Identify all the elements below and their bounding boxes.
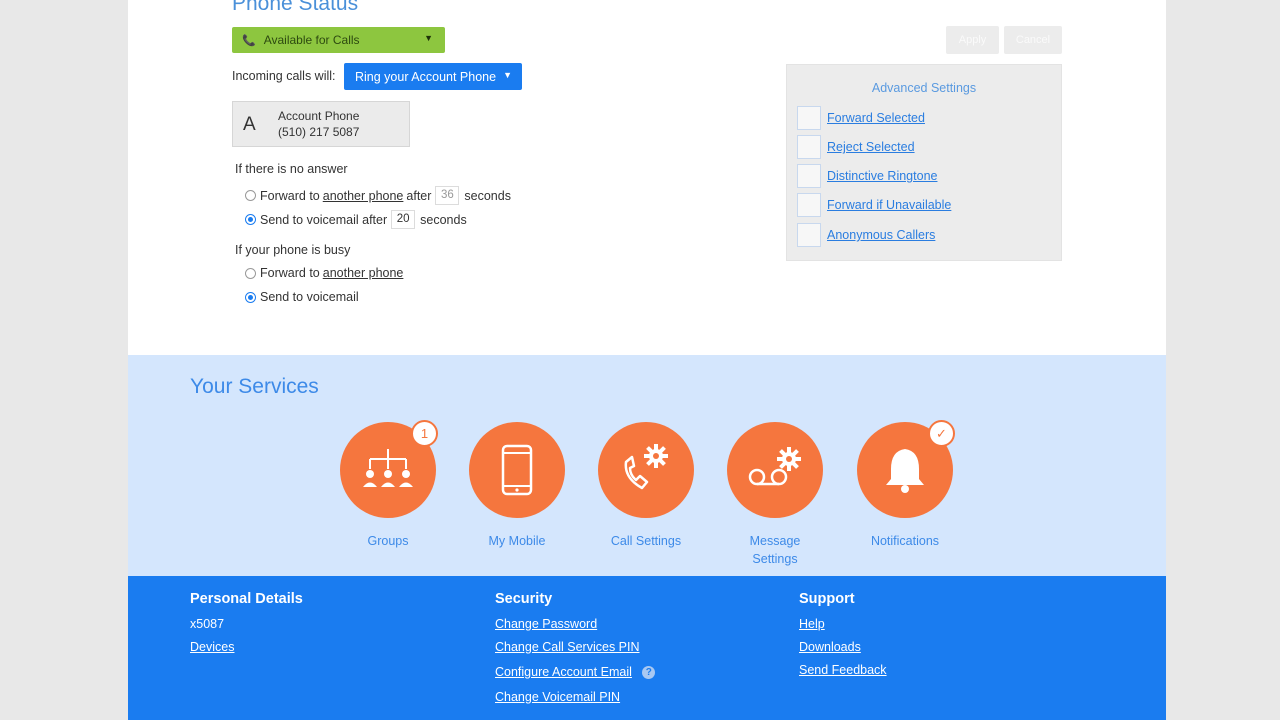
change-voicemail-pin-link[interactable]: Change Voicemail PIN [495, 690, 655, 706]
notifications-button[interactable]: ✓ [857, 420, 955, 518]
groups-count-badge: 1 [411, 420, 438, 447]
no-answer-label: If there is no answer [235, 162, 348, 176]
send-to-voicemail-text: Send to voicemail [260, 290, 359, 304]
footer: Personal Details x5087 Devices Security … [128, 576, 1166, 720]
advanced-item-link[interactable]: Forward if Unavailable [827, 198, 951, 212]
incoming-calls-label: Incoming calls will: [232, 69, 336, 83]
phone-status-dropdown[interactable]: 📞 Available for Calls ▼ [232, 27, 445, 53]
message-settings-icon [748, 447, 801, 486]
no-answer-voicemail-radio[interactable] [245, 214, 256, 225]
change-call-services-pin-link[interactable]: Change Call Services PIN [495, 640, 655, 656]
busy-forward-radio[interactable] [245, 267, 256, 279]
another-phone-link[interactable]: another phone [323, 266, 404, 280]
footer-heading: Personal Details [190, 591, 303, 607]
busy-voicemail-option[interactable]: Send to voicemail [245, 290, 359, 304]
advanced-settings-panel: Advanced Settings Forward Selected Rejec… [786, 64, 1062, 261]
apply-button[interactable]: Apply [946, 26, 999, 54]
advanced-item-forward-if-unavailable[interactable]: Forward if Unavailable [797, 193, 951, 217]
service-my-mobile[interactable]: My Mobile [457, 422, 577, 550]
footer-heading: Security [495, 591, 553, 607]
busy-forward-option[interactable]: Forward to another phone [245, 266, 406, 280]
service-label[interactable]: Groups [328, 532, 448, 550]
change-password-link[interactable]: Change Password [495, 617, 655, 633]
configure-account-email-link[interactable]: Configure Account Email [495, 665, 632, 679]
seconds-text: seconds [464, 188, 511, 203]
voicemail-seconds-input[interactable]: 20 [391, 210, 416, 229]
services-section: Your Services 1 Groups My Mobile Call Se… [128, 355, 1166, 576]
advanced-settings-title: Advanced Settings [871, 81, 977, 95]
groups-icon [363, 449, 413, 487]
advanced-item-link[interactable]: Anonymous Callers [827, 228, 935, 242]
forward-after-text: after [406, 188, 432, 203]
extension-number: x5087 [190, 617, 225, 631]
call-settings-icon [624, 444, 668, 490]
caret-down-icon: ▼ [503, 70, 512, 80]
voicemail-after-text: Send to voicemail after [260, 212, 388, 227]
advanced-item-checkbox[interactable] [797, 193, 821, 217]
advanced-item-forward-selected[interactable]: Forward Selected [797, 106, 925, 130]
phone-icon: 📞 [242, 34, 256, 47]
service-label[interactable]: My Mobile [457, 532, 577, 550]
page-title: Phone Status [232, 0, 359, 15]
call-settings-button[interactable] [598, 422, 694, 518]
ring-option-dropdown[interactable]: Ring your Account Phone ▼ [344, 63, 522, 90]
devices-link[interactable]: Devices [190, 640, 303, 656]
help-link[interactable]: Help [799, 617, 887, 633]
send-feedback-link[interactable]: Send Feedback [799, 663, 887, 679]
no-answer-voicemail-option[interactable]: Send to voicemail after 20 seconds [245, 210, 467, 229]
service-label[interactable]: Notifications [845, 532, 965, 550]
services-title: Your Services [190, 375, 319, 398]
ring-option-value: Ring your Account Phone [355, 69, 497, 84]
advanced-item-checkbox[interactable] [797, 106, 821, 130]
footer-security: Security Change Password Change Call Ser… [495, 591, 656, 713]
configure-account-email-row: Configure Account Email ? [495, 663, 656, 679]
account-avatar: A [243, 114, 256, 135]
advanced-item-checkbox[interactable] [797, 135, 821, 159]
no-answer-forward-radio[interactable] [245, 190, 256, 201]
service-notifications[interactable]: ✓ Notifications [845, 420, 965, 550]
advanced-item-checkbox[interactable] [797, 223, 821, 247]
groups-button[interactable]: 1 [340, 420, 438, 518]
bell-icon [886, 449, 924, 493]
my-mobile-button[interactable] [469, 422, 565, 518]
advanced-item-checkbox[interactable] [797, 164, 821, 188]
footer-heading: Support [799, 591, 855, 607]
footer-support: Support Help Downloads Send Feedback [799, 591, 887, 686]
forward-prefix-text: Forward to [260, 188, 320, 203]
notifications-check-badge: ✓ [928, 420, 955, 447]
phone-status-value: Available for Calls [263, 33, 360, 47]
caret-down-icon: ▼ [424, 33, 433, 43]
advanced-item-reject-selected[interactable]: Reject Selected [797, 135, 915, 159]
forward-prefix-text: Forward to [260, 266, 320, 280]
advanced-item-link[interactable]: Forward Selected [827, 111, 925, 125]
service-call-settings[interactable]: Call Settings [586, 422, 706, 550]
footer-personal-details: Personal Details x5087 Devices [190, 591, 303, 663]
advanced-item-anonymous-callers[interactable]: Anonymous Callers [797, 223, 935, 247]
advanced-item-link[interactable]: Reject Selected [827, 140, 915, 154]
no-answer-forward-option[interactable]: Forward to another phone after 36 second… [245, 186, 511, 205]
cancel-button[interactable]: Cancel [1004, 26, 1062, 54]
account-phone-card[interactable]: A Account Phone (510) 217 5087 [232, 101, 410, 147]
busy-label: If your phone is busy [235, 243, 351, 257]
seconds-text: seconds [420, 212, 467, 227]
account-phone-number: (510) 217 5087 [278, 125, 360, 139]
another-phone-link[interactable]: another phone [323, 189, 404, 203]
service-label[interactable]: Message Settings [740, 532, 810, 568]
advanced-item-distinctive-ringtone[interactable]: Distinctive Ringtone [797, 164, 937, 188]
service-message-settings[interactable]: Message Settings [715, 422, 835, 568]
mobile-icon [501, 444, 533, 496]
downloads-link[interactable]: Downloads [799, 640, 887, 656]
help-question-icon[interactable]: ? [642, 666, 656, 679]
advanced-item-link[interactable]: Distinctive Ringtone [827, 169, 937, 183]
busy-voicemail-radio[interactable] [245, 291, 256, 303]
main-page: Phone Status 📞 Available for Calls ▼ Inc… [128, 0, 1166, 720]
service-groups[interactable]: 1 Groups [328, 420, 448, 550]
service-label[interactable]: Call Settings [586, 532, 706, 550]
account-phone-name: Account Phone [278, 109, 360, 123]
message-settings-button[interactable] [727, 422, 823, 518]
forward-seconds-input[interactable]: 36 [435, 186, 460, 205]
